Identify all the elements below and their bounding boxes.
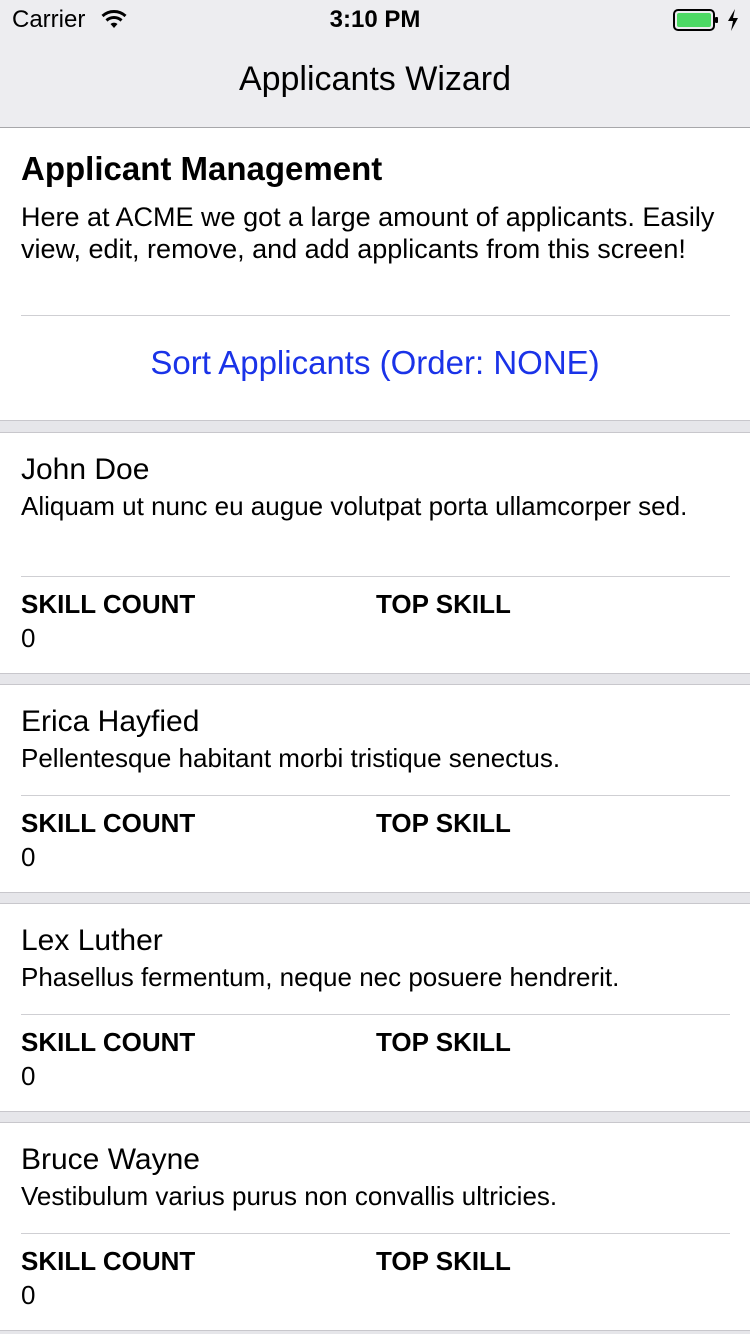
divider [21,315,730,316]
sort-applicants-button[interactable]: Sort Applicants (Order: NONE) [0,344,750,382]
applicant-card[interactable]: Bruce Wayne Vestibulum varius purus non … [0,1122,750,1331]
applicant-description: Pellentesque habitant morbi tristique se… [21,743,561,773]
skill-count-label: SKILL COUNT [21,1246,196,1276]
top-skill-label: TOP SKILL [376,808,511,838]
skill-count-value: 0 [21,842,36,872]
header-card: Applicant Management Here at ACME we got… [0,128,750,421]
applicant-description: Aliquam ut nunc eu augue volutpat porta … [21,491,688,521]
applicant-card[interactable]: John Doe Aliquam ut nunc eu augue volutp… [0,432,750,674]
divider [21,1233,730,1234]
navigation-bar: Applicants Wizard [0,40,750,128]
divider [21,1014,730,1015]
skill-count-label: SKILL COUNT [21,808,196,838]
skill-count-value: 0 [21,1061,36,1091]
battery-icon [673,9,718,31]
page-title: Applicant Management [21,150,383,187]
skill-count-label: SKILL COUNT [21,1027,196,1057]
applicant-name: John Doe [21,453,150,486]
applicant-description: Phasellus fermentum, neque nec posuere h… [21,962,620,992]
top-skill-label: TOP SKILL [376,1027,511,1057]
header-description: Here at ACME we got a large amount of ap… [21,202,715,264]
charging-bolt-icon [728,9,738,31]
top-skill-label: TOP SKILL [376,1246,511,1276]
nav-title: Applicants Wizard [238,60,512,98]
applicant-card[interactable]: Erica Hayfied Pellentesque habitant morb… [0,684,750,893]
status-bar: Carrier 3:10 PM [0,0,750,40]
status-time: 3:10 PM [329,6,421,33]
skill-count-value: 0 [21,623,36,653]
applicant-card[interactable]: Lex Luther Phasellus fermentum, neque ne… [0,903,750,1112]
top-skill-label: TOP SKILL [376,589,511,619]
skill-count-label: SKILL COUNT [21,589,196,619]
applicant-description: Vestibulum varius purus non convallis ul… [21,1181,558,1211]
divider [21,795,730,796]
skill-count-value: 0 [21,1280,36,1310]
applicant-name: Erica Hayfied [21,705,200,738]
applicant-name: Bruce Wayne [21,1143,200,1176]
divider [21,576,730,577]
applicant-name: Lex Luther [21,924,163,957]
